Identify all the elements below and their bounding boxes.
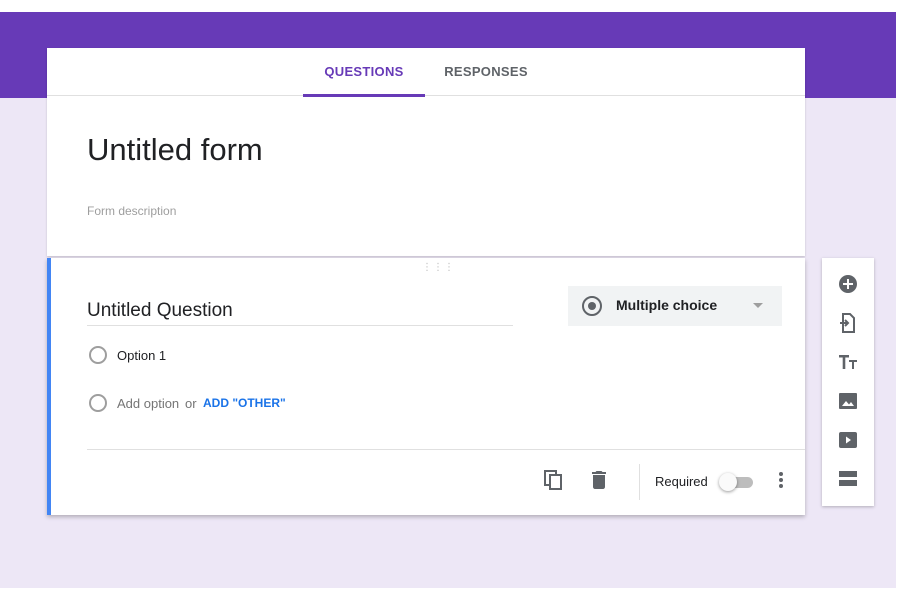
drag-handle-icon[interactable]: ⋮⋮⋮ bbox=[422, 263, 455, 273]
question-type-label: Multiple choice bbox=[616, 297, 718, 313]
add-section-icon[interactable] bbox=[836, 467, 860, 491]
footer-separator bbox=[639, 464, 640, 500]
add-title-icon[interactable] bbox=[836, 350, 860, 374]
add-question-icon[interactable] bbox=[836, 272, 860, 296]
add-video-icon[interactable] bbox=[836, 428, 860, 452]
or-label: or bbox=[185, 396, 197, 411]
duplicate-icon[interactable] bbox=[541, 468, 565, 492]
toggle-knob bbox=[719, 473, 737, 491]
side-toolbar bbox=[822, 258, 874, 506]
required-label: Required bbox=[655, 474, 708, 489]
form-description-field[interactable]: Form description bbox=[87, 204, 176, 218]
dropdown-arrow-icon bbox=[753, 303, 763, 308]
tab-questions-label: QUESTIONS bbox=[324, 64, 404, 79]
radio-button-checked-icon bbox=[582, 296, 602, 316]
form-title[interactable]: Untitled form bbox=[87, 132, 263, 168]
radio-button-unchecked-icon bbox=[89, 346, 107, 364]
tab-questions[interactable]: QUESTIONS bbox=[303, 48, 425, 97]
question-card[interactable]: ⋮⋮⋮ Untitled Question Multiple choice Op… bbox=[47, 258, 805, 515]
add-image-icon[interactable] bbox=[836, 389, 860, 413]
footer-divider bbox=[87, 449, 805, 450]
question-title-field[interactable]: Untitled Question bbox=[87, 298, 513, 326]
option-1-field[interactable]: Option 1 bbox=[117, 348, 166, 363]
question-type-dropdown[interactable]: Multiple choice bbox=[568, 286, 782, 326]
more-options-icon[interactable] bbox=[771, 468, 791, 492]
add-other-button[interactable]: ADD "OTHER" bbox=[203, 396, 286, 410]
tab-responses[interactable]: RESPONSES bbox=[425, 48, 547, 96]
active-tab-indicator bbox=[303, 94, 425, 97]
add-option-field[interactable]: Add option bbox=[117, 396, 179, 411]
delete-icon[interactable] bbox=[587, 468, 611, 492]
required-toggle[interactable] bbox=[719, 473, 755, 491]
radio-button-unchecked-icon bbox=[89, 394, 107, 412]
form-header-card: QUESTIONS RESPONSES Untitled form Form d… bbox=[47, 48, 805, 256]
import-questions-icon[interactable] bbox=[836, 311, 860, 335]
tab-responses-label: RESPONSES bbox=[444, 64, 528, 79]
tab-bar: QUESTIONS RESPONSES bbox=[47, 48, 805, 97]
